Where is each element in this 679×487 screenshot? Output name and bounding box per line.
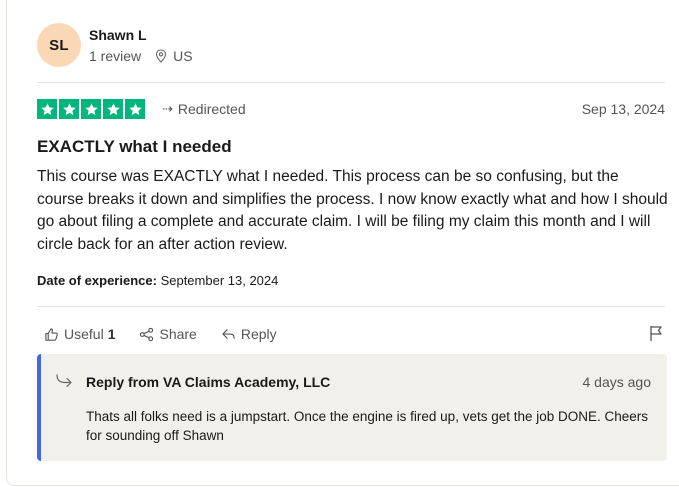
review-body: This course was EXACTLY what I needed. T… [37, 168, 668, 253]
company-reply: Reply from VA Claims Academy, LLC 4 days… [37, 354, 667, 461]
reviewer-name[interactable]: Shawn L [89, 27, 147, 43]
review-date: Sep 13, 2024 [581, 101, 665, 117]
redirect-arrow-icon: ⇢ [162, 101, 173, 116]
divider [37, 306, 665, 307]
star-icon [37, 99, 57, 119]
experience-label: Date of experience: [37, 273, 157, 288]
share-icon [140, 327, 154, 341]
report-flag-button[interactable] [649, 325, 663, 347]
reviewer-meta: 1 review US [89, 48, 193, 64]
review-count: 1 review [89, 48, 142, 64]
redirected-text: Redirected [177, 101, 246, 117]
review-card: SL Shawn L 1 review US ⇢ Redirected Sep … [6, 0, 679, 486]
reply-button[interactable]: Reply [221, 326, 277, 342]
star-icon [125, 99, 145, 119]
star-icon [81, 99, 101, 119]
avatar[interactable]: SL [37, 23, 81, 67]
useful-count: 1 [107, 326, 116, 342]
share-label: Share [159, 326, 197, 342]
redirected-label[interactable]: ⇢ Redirected [162, 101, 246, 117]
reply-label: Reply [240, 326, 277, 342]
star-icon [103, 99, 123, 119]
star-rating [37, 99, 145, 119]
reply-from: Reply from VA Claims Academy, LLC [86, 374, 331, 390]
share-button[interactable]: Share [139, 326, 197, 342]
useful-label: Useful [64, 326, 104, 342]
divider [37, 82, 665, 83]
company-reply-icon [56, 374, 72, 387]
reviewer-country: US [173, 48, 193, 64]
review-actions: Useful 1 Share Reply [44, 326, 301, 342]
location-pin-icon [156, 49, 167, 63]
useful-button[interactable]: Useful 1 [44, 326, 115, 342]
flag-icon [650, 326, 662, 341]
review-title: EXACTLY what I needed [37, 137, 232, 156]
reply-date: 4 days ago [582, 374, 652, 390]
date-of-experience: Date of experience: September 13, 2024 [37, 273, 278, 288]
star-icon [59, 99, 79, 119]
reply-text: Thats all folks need is a jumpstart. Onc… [86, 409, 649, 443]
experience-date: September 13, 2024 [160, 273, 279, 288]
reply-arrow-icon [222, 328, 235, 339]
thumbs-up-icon [45, 327, 58, 341]
